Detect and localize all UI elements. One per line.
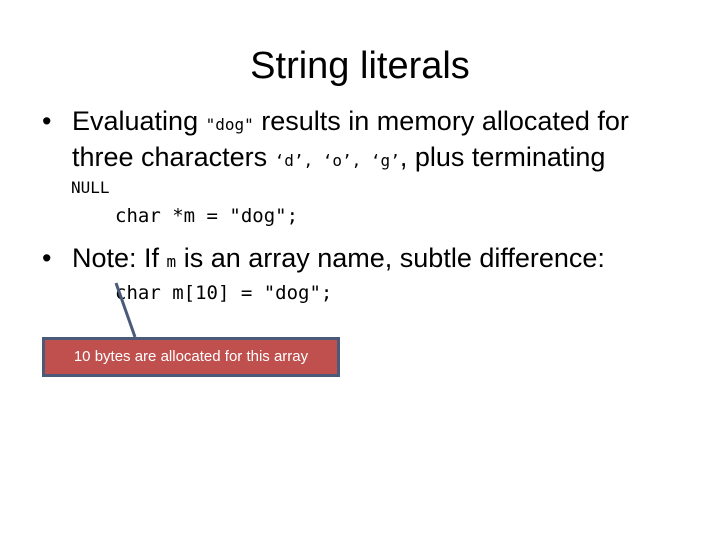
callout-pointer-line <box>114 282 137 338</box>
callout-pointer <box>114 282 137 338</box>
callout-box: 10 bytes are allocated for this array <box>42 337 340 377</box>
